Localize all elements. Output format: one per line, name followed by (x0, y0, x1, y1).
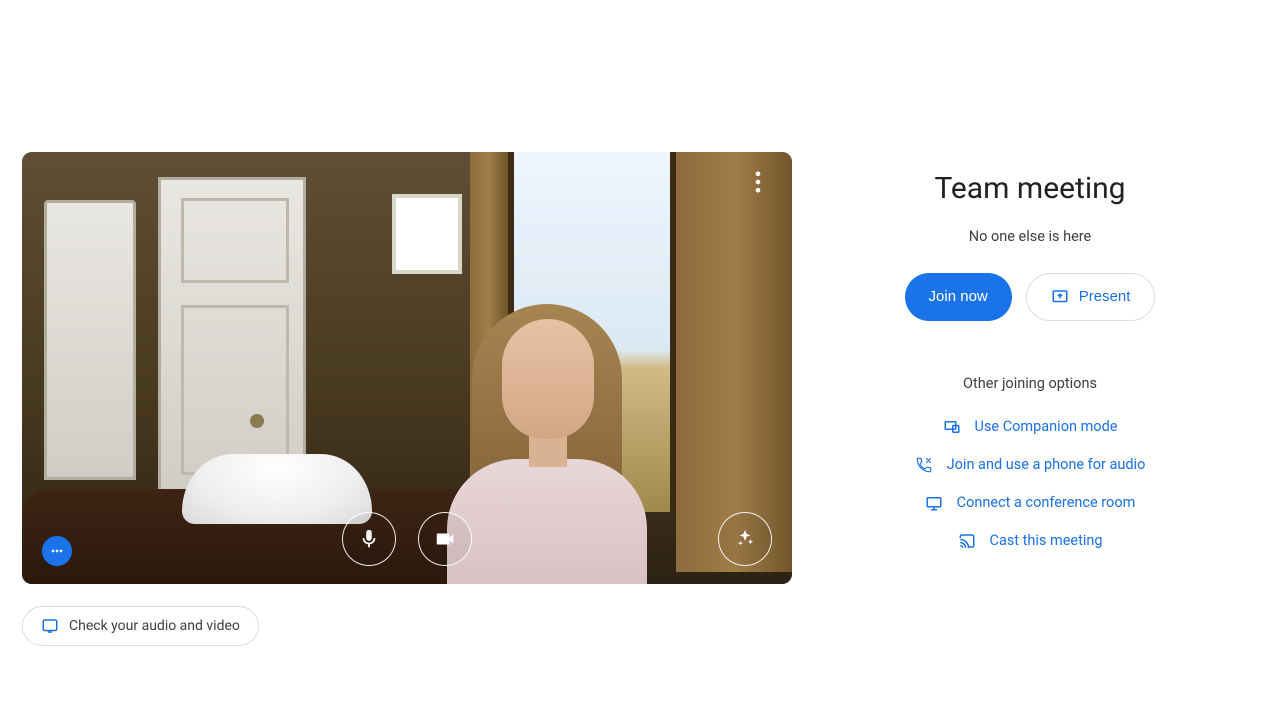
other-options-list: Use Companion mode Join and use a phone … (915, 418, 1146, 550)
prejoin-container: Check your audio and video Team meeting … (0, 0, 1280, 720)
present-button[interactable]: Present (1026, 273, 1156, 321)
video-preview (22, 152, 792, 584)
camera-toggle[interactable] (418, 512, 472, 566)
visual-effects-button[interactable] (718, 512, 772, 566)
microphone-toggle[interactable] (342, 512, 396, 566)
join-now-label: Join now (929, 288, 988, 305)
companion-icon (943, 418, 961, 436)
meeting-title: Team meeting (934, 171, 1125, 206)
phone-audio-link[interactable]: Join and use a phone for audio (915, 456, 1146, 474)
conference-room-link[interactable]: Connect a conference room (925, 494, 1136, 512)
camera-icon (434, 528, 456, 550)
other-options-heading: Other joining options (963, 375, 1097, 392)
tune-icon (41, 617, 59, 635)
check-audio-video-label: Check your audio and video (69, 618, 240, 634)
dots-horizontal-icon (49, 543, 65, 559)
cast-meeting-label: Cast this meeting (990, 532, 1103, 549)
companion-mode-label: Use Companion mode (975, 418, 1118, 435)
sparkle-icon (734, 528, 756, 550)
left-pane: Check your audio and video (0, 0, 820, 720)
more-options-button[interactable] (744, 168, 772, 196)
background-options-button[interactable] (42, 536, 72, 566)
microphone-icon (358, 528, 380, 550)
presence-text: No one else is here (969, 228, 1092, 245)
join-buttons: Join now Present (905, 273, 1156, 321)
conference-room-label: Connect a conference room (957, 494, 1136, 511)
phone-icon (915, 456, 933, 474)
check-audio-video-button[interactable]: Check your audio and video (22, 606, 259, 646)
present-label: Present (1079, 288, 1131, 305)
companion-mode-link[interactable]: Use Companion mode (943, 418, 1118, 436)
join-now-button[interactable]: Join now (905, 273, 1012, 321)
preview-controls (342, 512, 472, 566)
right-pane: Team meeting No one else is here Join no… (820, 0, 1280, 720)
cast-meeting-link[interactable]: Cast this meeting (958, 532, 1103, 550)
cast-icon (958, 532, 976, 550)
meeting-room-icon (925, 494, 943, 512)
more-vert-icon (744, 168, 772, 196)
present-icon (1051, 288, 1069, 306)
phone-audio-label: Join and use a phone for audio (947, 456, 1146, 473)
